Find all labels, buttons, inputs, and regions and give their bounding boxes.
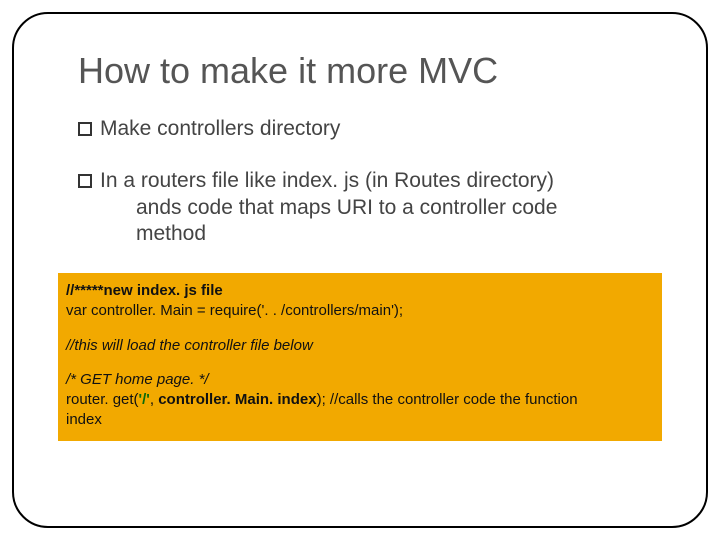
bullet-text-cont: ands code that maps URI to a controller … — [136, 195, 690, 221]
bullet-text: Make controllers directory — [100, 117, 340, 140]
bullet-item: Make controllers directory — [78, 116, 690, 142]
code-line: //*****new index. js file — [66, 282, 223, 299]
bullet-item: In a routers file like index. js (in Rou… — [78, 168, 690, 247]
code-line: var controller. Main = require('. . /con… — [66, 302, 403, 319]
code-block: //*****new index. js file var controller… — [58, 273, 662, 441]
checkbox-icon — [78, 122, 92, 136]
code-line: //this will load the controller file bel… — [66, 337, 313, 354]
code-line: /* GET home page. */ — [66, 371, 209, 388]
code-text: router. get — [66, 391, 134, 408]
bullet-text: In a routers file like index. js (in Rou… — [100, 169, 554, 192]
checkbox-icon — [78, 174, 92, 188]
bullet-list: Make controllers directory In a routers … — [78, 116, 690, 247]
code-text: ); //calls the controller code the funct… — [317, 391, 578, 408]
bullet-text-cont: method — [136, 221, 690, 247]
slide: How to make it more MVC Make controllers… — [0, 0, 720, 540]
code-string: '/' — [139, 391, 150, 408]
slide-title: How to make it more MVC — [78, 50, 690, 92]
code-text: , — [150, 391, 158, 408]
code-text: controller. Main. index — [158, 391, 316, 408]
code-line: index — [66, 411, 102, 428]
